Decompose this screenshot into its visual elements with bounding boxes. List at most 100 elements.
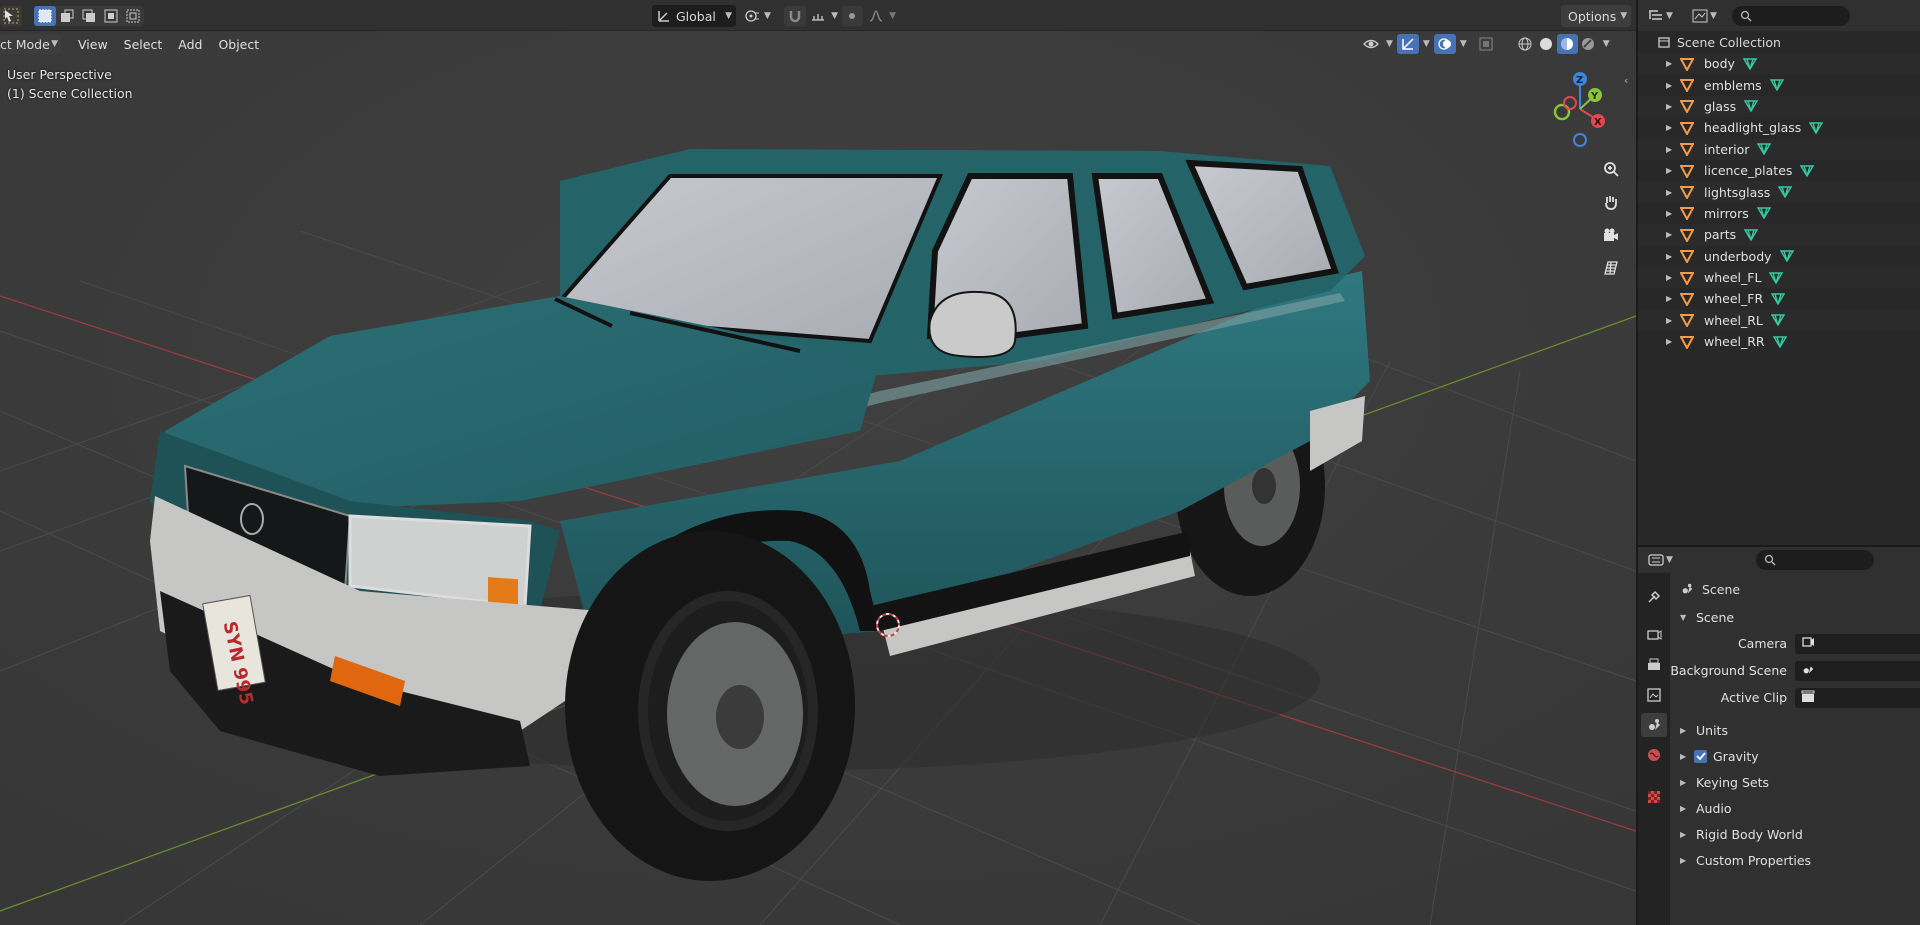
outliner-object-row[interactable]: ▶ underbody (1638, 246, 1920, 267)
ortho-grid-icon[interactable] (1598, 255, 1624, 281)
expand-arrow-icon[interactable]: ▶ (1666, 316, 1680, 325)
view-layer-tab-icon[interactable] (1641, 683, 1667, 707)
expand-arrow-icon[interactable]: ▶ (1666, 123, 1680, 132)
expand-arrow-icon[interactable]: ▶ (1666, 294, 1680, 303)
menu-add[interactable]: Add (170, 37, 210, 52)
outliner-object-row[interactable]: ▶ parts (1638, 224, 1920, 246)
mesh-data-icon[interactable] (1742, 57, 1757, 71)
pivot-point-dropdown[interactable]: ▼ (742, 5, 788, 27)
chevron-down-icon[interactable]: ▼ (831, 11, 838, 21)
editor-type-dropdown[interactable]: ▼ (1648, 550, 1678, 570)
rendered-shading-icon[interactable] (1578, 34, 1599, 54)
chevron-down-icon[interactable]: ▼ (1460, 39, 1467, 49)
menu-select[interactable]: Select (116, 37, 171, 52)
select-intersect-icon[interactable] (122, 6, 144, 26)
mesh-data-icon[interactable] (1769, 271, 1784, 285)
expand-arrow-icon[interactable]: ▶ (1666, 102, 1680, 111)
magnet-icon[interactable] (784, 6, 806, 26)
scene-panel-header[interactable]: ▼ Scene (1670, 605, 1920, 630)
snap-increment-icon[interactable] (808, 6, 830, 26)
outliner-object-row[interactable]: ▶ headlight_glass (1638, 117, 1920, 138)
menu-object[interactable]: Object (210, 37, 267, 52)
camera-view-icon[interactable] (1598, 222, 1624, 248)
mesh-data-icon[interactable] (1770, 313, 1785, 327)
outliner-search-input[interactable] (1732, 5, 1850, 26)
outliner-object-row[interactable]: ▶ wheel_RL (1638, 309, 1920, 332)
expand-arrow-icon[interactable]: ▶ (1666, 230, 1680, 239)
audio-panel[interactable]: ▶ Audio (1670, 795, 1920, 821)
3d-viewport[interactable]: SYN 995 ct Mode ▼ View Select Add Object… (0, 31, 1636, 925)
camera-field[interactable] (1795, 633, 1920, 654)
select-tool-icon[interactable] (0, 6, 22, 26)
background-scene-field[interactable] (1795, 660, 1920, 681)
expand-arrow-icon[interactable]: ▶ (1666, 337, 1680, 346)
outliner-object-row[interactable]: ▶ lightsglass (1638, 181, 1920, 203)
chevron-down-icon[interactable]: ▼ (1386, 39, 1393, 49)
mesh-data-icon[interactable] (1771, 292, 1786, 306)
options-dropdown[interactable]: Options ▼ (1561, 5, 1631, 27)
keying-sets-panel[interactable]: ▶ Keying Sets (1670, 769, 1920, 795)
expand-arrow-icon[interactable]: ▶ (1666, 252, 1680, 261)
outliner-object-row[interactable]: ▶ interior (1638, 138, 1920, 160)
editor-type-dropdown[interactable]: ▼ (1648, 6, 1678, 26)
outliner-object-row[interactable]: ▶ emblems (1638, 74, 1920, 95)
outliner-object-row[interactable]: ▶ body (1638, 53, 1920, 75)
outliner-object-row[interactable]: ▶ licence_plates (1638, 160, 1920, 181)
mesh-data-icon[interactable] (1779, 249, 1794, 263)
outliner-object-row[interactable]: ▶ wheel_RR (1638, 331, 1920, 352)
expand-arrow-icon[interactable]: ▶ (1666, 166, 1680, 175)
render-tab-icon[interactable] (1641, 623, 1667, 647)
chevron-down-icon[interactable]: ▼ (1603, 39, 1610, 49)
properties-search-input[interactable] (1756, 550, 1874, 570)
expand-arrow-icon[interactable]: ▶ (1666, 273, 1680, 282)
gravity-panel[interactable]: ▶ Gravity (1670, 743, 1920, 769)
active-clip-field[interactable] (1795, 687, 1920, 708)
select-invert-icon[interactable] (100, 6, 122, 26)
menu-view[interactable]: View (70, 37, 116, 52)
outliner-object-row[interactable]: ▶ wheel_FR (1638, 288, 1920, 309)
falloff-curve-icon[interactable] (866, 6, 887, 26)
interaction-mode-dropdown[interactable]: ct Mode ▼ (0, 34, 62, 54)
xray-toggle-icon[interactable] (1475, 34, 1497, 54)
select-subtract-icon[interactable] (78, 6, 100, 26)
collapse-sidebar-icon[interactable]: ‹ (1624, 74, 1628, 87)
mesh-data-icon[interactable] (1744, 228, 1759, 242)
navigation-gizmo[interactable]: Z X Y (1540, 67, 1610, 151)
scene-collection-row[interactable]: Scene Collection (1638, 31, 1920, 53)
expand-arrow-icon[interactable]: ▶ (1666, 209, 1680, 218)
gravity-checkbox[interactable] (1694, 749, 1707, 763)
chevron-down-icon[interactable]: ▼ (889, 11, 896, 21)
material-preview-icon[interactable] (1556, 34, 1578, 54)
mesh-data-icon[interactable] (1756, 206, 1771, 220)
expand-arrow-icon[interactable]: ▶ (1666, 59, 1680, 68)
outliner-object-row[interactable]: ▶ wheel_FL (1638, 266, 1920, 289)
zoom-icon[interactable] (1598, 156, 1624, 182)
texture-tab-icon[interactable] (1641, 785, 1667, 809)
mesh-data-icon[interactable] (1772, 335, 1787, 349)
rigid-body-world-panel[interactable]: ▶ Rigid Body World (1670, 821, 1920, 847)
mesh-data-icon[interactable] (1809, 121, 1824, 135)
pan-hand-icon[interactable] (1598, 189, 1624, 215)
mesh-data-icon[interactable] (1778, 185, 1793, 199)
visibility-eye-icon[interactable] (1360, 34, 1382, 54)
solid-shading-icon[interactable] (1536, 34, 1557, 54)
overlays-toggle-icon[interactable] (1433, 34, 1456, 54)
units-panel[interactable]: ▶ Units (1670, 717, 1920, 743)
expand-arrow-icon[interactable]: ▶ (1666, 145, 1680, 154)
proportional-edit-icon[interactable] (842, 6, 863, 26)
custom-properties-panel[interactable]: ▶ Custom Properties (1670, 847, 1920, 873)
transform-orientation-dropdown[interactable]: Global ▼ (652, 5, 736, 27)
select-extend-icon[interactable] (56, 6, 78, 26)
tool-tab-icon[interactable] (1641, 585, 1667, 609)
select-new-icon[interactable] (34, 6, 56, 26)
mesh-data-icon[interactable] (1800, 164, 1815, 178)
gizmo-toggle-icon[interactable] (1396, 34, 1419, 54)
outliner-object-row[interactable]: ▶ mirrors (1638, 203, 1920, 224)
mesh-data-icon[interactable] (1744, 99, 1759, 113)
expand-arrow-icon[interactable]: ▶ (1666, 188, 1680, 197)
display-mode-dropdown[interactable]: ▼ (1692, 6, 1722, 26)
chevron-down-icon[interactable]: ▼ (1423, 39, 1430, 49)
expand-arrow-icon[interactable]: ▶ (1666, 81, 1680, 90)
outliner-object-row[interactable]: ▶ glass (1638, 95, 1920, 118)
scene-tab-icon[interactable] (1641, 713, 1667, 737)
